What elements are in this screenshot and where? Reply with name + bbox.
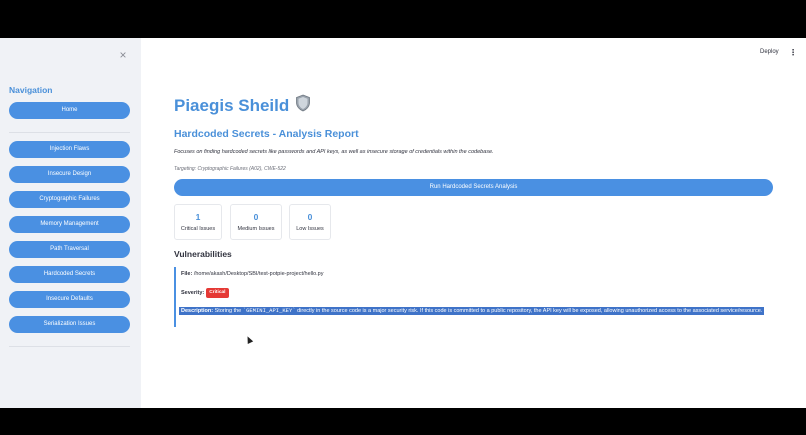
- nav-button-cryptographic-failures[interactable]: Cryptographic Failures: [9, 191, 130, 208]
- metric-critical-value: 1: [195, 212, 201, 222]
- severity-label: Severity:: [181, 290, 205, 296]
- vulnerabilities-heading: Vulnerabilities: [174, 249, 232, 259]
- letterbox-top: [0, 0, 806, 38]
- report-subtitle: Hardcoded Secrets - Analysis Report: [174, 128, 359, 140]
- nav-button-insecure-defaults[interactable]: Insecure Defaults: [9, 291, 130, 308]
- report-description: Focuses on finding hardcoded secrets lik…: [174, 149, 494, 155]
- description-code: `GEMINI_API_KEY`: [242, 307, 296, 314]
- run-analysis-button[interactable]: Run Hardcoded Secrets Analysis: [174, 179, 773, 196]
- metric-low-label: Low Issues: [296, 226, 324, 232]
- vulnerability-severity: Severity: Critical: [181, 288, 229, 298]
- nav-button-injection-flaws[interactable]: Injection Flaws: [9, 141, 130, 158]
- nav-divider: [9, 346, 130, 347]
- metric-medium-label: Medium Issues: [237, 226, 275, 232]
- page-title: Piaegis Sheild: [174, 94, 311, 117]
- metric-critical-label: Critical Issues: [180, 226, 216, 232]
- app-window: × Navigation Home Injection Flaws Insecu…: [0, 38, 806, 408]
- nav-button-hardcoded-secrets[interactable]: Hardcoded Secrets: [9, 266, 130, 283]
- letterbox-bottom: [0, 408, 806, 435]
- shield-icon: [295, 94, 311, 117]
- description-text-before: Storing the: [214, 308, 243, 314]
- close-sidebar-button[interactable]: ×: [116, 48, 130, 62]
- file-label: File:: [181, 271, 193, 277]
- metric-critical: 1 Critical Issues: [174, 204, 222, 240]
- metric-low-value: 0: [307, 212, 313, 222]
- nav-divider: [9, 132, 130, 133]
- file-path: /home/akash/Desktop/SBI/test-potpie-proj…: [193, 271, 324, 277]
- description-text-after: directly in the source code is a major s…: [295, 308, 763, 314]
- description-label: Description:: [181, 308, 214, 314]
- nav-button-path-traversal[interactable]: Path Traversal: [9, 241, 130, 258]
- metric-medium-value: 0: [253, 212, 259, 222]
- sidebar: × Navigation Home Injection Flaws Insecu…: [0, 38, 141, 408]
- nav-heading: Navigation: [9, 85, 53, 95]
- metric-low: 0 Low Issues: [289, 204, 331, 240]
- vulnerability-file: File: /home/akash/Desktop/SBI/test-potpi…: [181, 271, 323, 277]
- metric-medium: 0 Medium Issues: [230, 204, 282, 240]
- vulnerability-card: File: /home/akash/Desktop/SBI/test-potpi…: [174, 267, 773, 327]
- page-title-text: Piaegis Sheild: [174, 95, 290, 115]
- severity-badge: Critical: [206, 288, 229, 298]
- description-highlight: Description: Storing the `GEMINI_API_KEY…: [179, 307, 765, 315]
- vulnerability-description: Description: Storing the `GEMINI_API_KEY…: [179, 305, 769, 317]
- nav-button-serialization-issues[interactable]: Serialization Issues: [9, 316, 130, 333]
- nav-button-home[interactable]: Home: [9, 102, 130, 119]
- nav-button-insecure-design[interactable]: Insecure Design: [9, 166, 130, 183]
- targeting-caption: Targeting: Cryptographic Failures (A02),…: [174, 166, 286, 172]
- main-content: Piaegis Sheild Hardcoded Secrets - Analy…: [141, 38, 806, 408]
- nav-button-memory-management[interactable]: Memory Management: [9, 216, 130, 233]
